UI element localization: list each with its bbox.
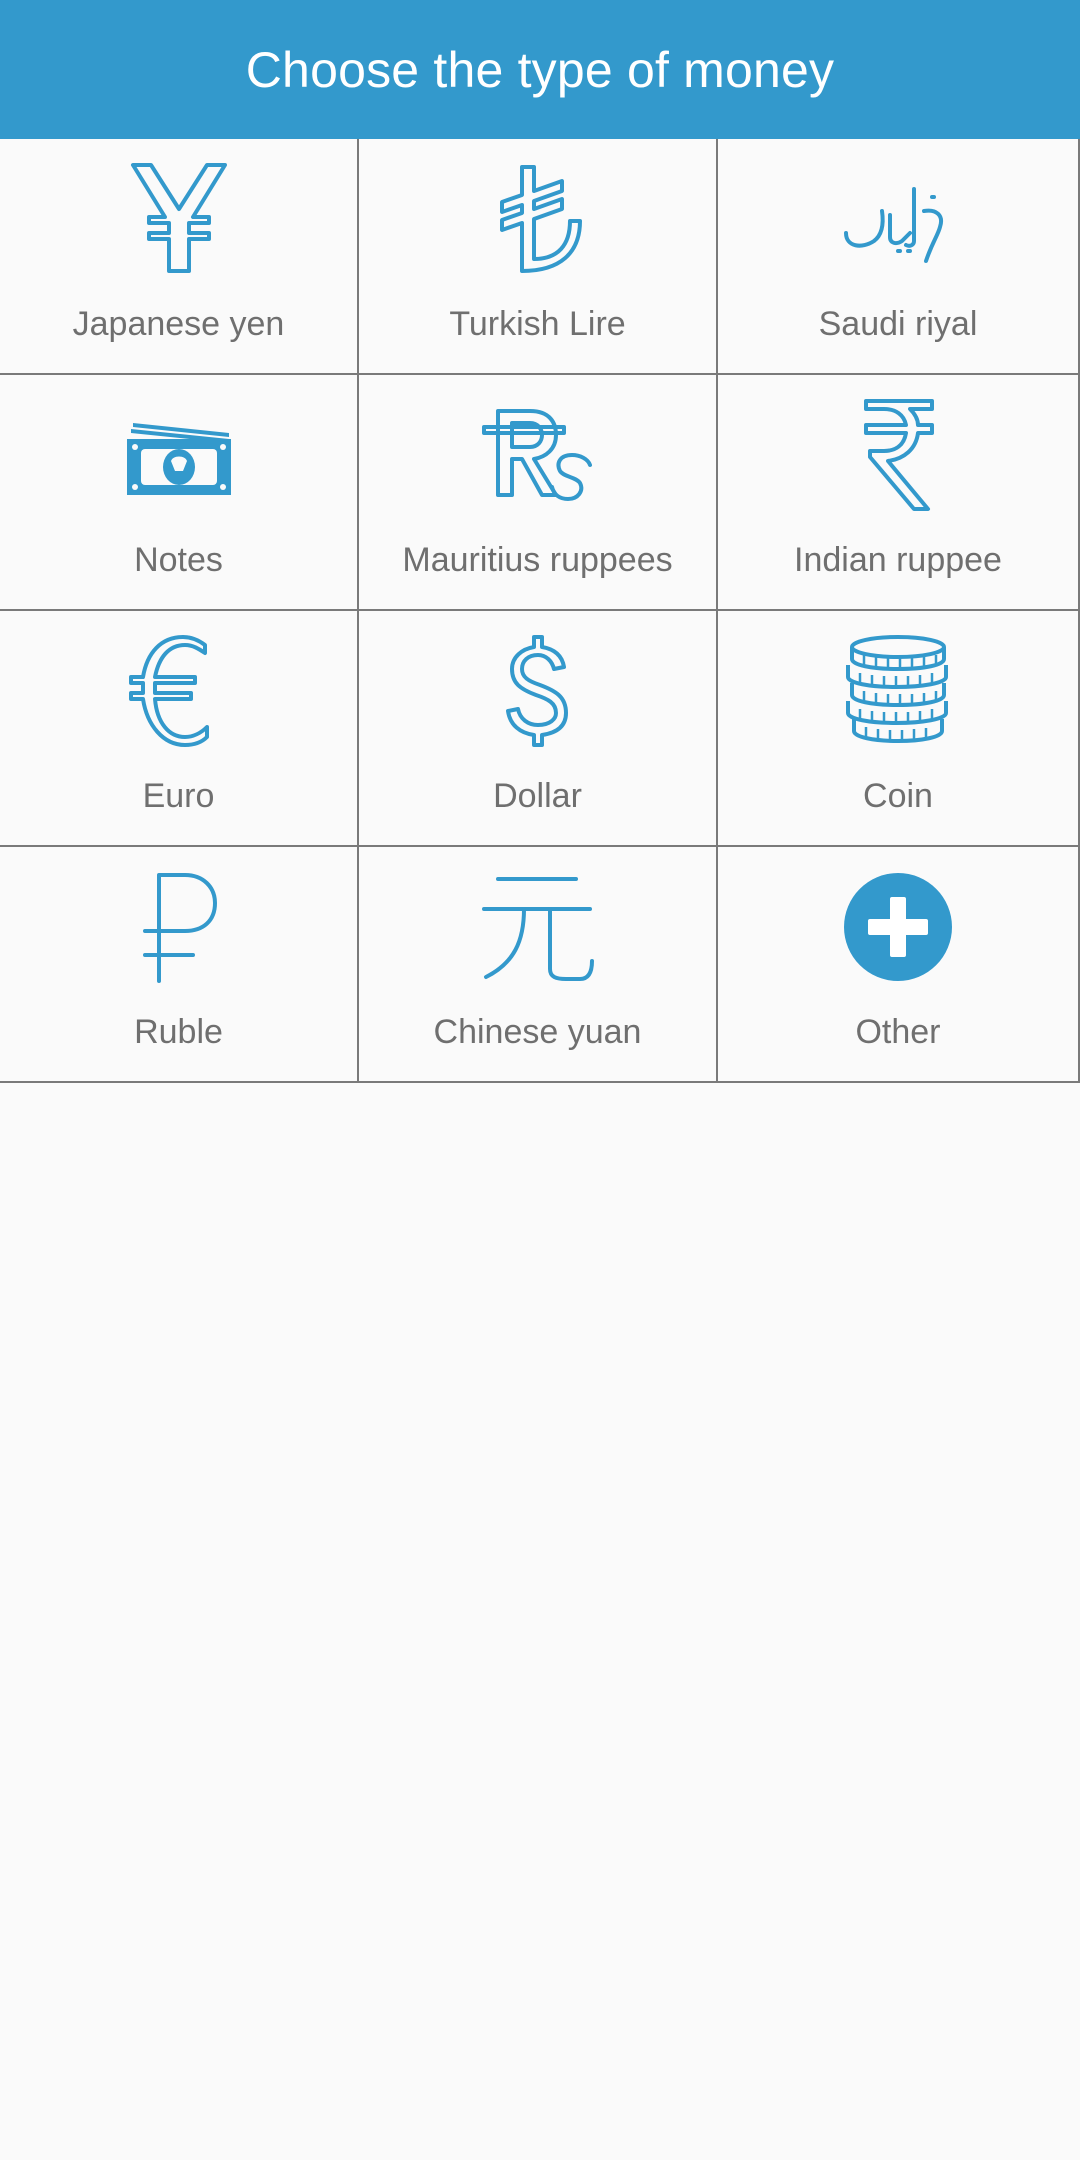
app-bar: Choose the type of money	[0, 0, 1080, 139]
money-type-mauritius-rupees[interactable]: Mauritius ruppees	[359, 375, 718, 611]
money-type-ruble[interactable]: Ruble	[0, 847, 359, 1083]
money-type-label: Mauritius ruppees	[402, 541, 673, 579]
money-type-indian-rupee[interactable]: Indian ruppee	[718, 375, 1080, 611]
money-type-label: Japanese yen	[72, 305, 285, 343]
money-type-japanese-yen[interactable]: Japanese yen	[0, 139, 359, 375]
money-type-turkish-lira[interactable]: Turkish Lire	[359, 139, 718, 375]
money-type-notes[interactable]: Notes	[0, 375, 359, 611]
rupee-rs-icon	[480, 397, 596, 513]
money-type-coin[interactable]: Coin	[718, 611, 1080, 847]
money-type-label: Indian ruppee	[794, 541, 1002, 579]
money-type-label: Notes	[134, 541, 223, 579]
money-type-label: Turkish Lire	[449, 305, 626, 343]
money-type-grid: Japanese yen Turkish Lire Saudi riyal No…	[0, 139, 1080, 1083]
page-title: Choose the type of money	[245, 41, 835, 98]
yen-icon	[121, 161, 237, 277]
money-type-screen: Choose the type of money Japanese yen Tu…	[0, 0, 1080, 2160]
ruble-icon	[121, 869, 237, 985]
money-type-label: Coin	[863, 777, 933, 815]
riyal-icon	[840, 161, 956, 277]
money-type-other[interactable]: Other	[718, 847, 1080, 1083]
dollar-icon	[480, 633, 596, 749]
coins-icon	[840, 633, 956, 749]
money-type-chinese-yuan[interactable]: Chinese yuan	[359, 847, 718, 1083]
plus-circle-icon	[840, 869, 956, 985]
money-type-label: Other	[855, 1013, 941, 1051]
banknotes-icon	[121, 397, 237, 513]
money-type-dollar[interactable]: Dollar	[359, 611, 718, 847]
yuan-icon	[480, 869, 596, 985]
indian-rupee-icon	[840, 397, 956, 513]
money-type-euro[interactable]: Euro	[0, 611, 359, 847]
money-type-label: Saudi riyal	[818, 305, 978, 343]
money-type-saudi-riyal[interactable]: Saudi riyal	[718, 139, 1080, 375]
money-type-label: Dollar	[493, 777, 582, 815]
money-type-label: Chinese yuan	[433, 1013, 642, 1051]
money-type-label: Euro	[142, 777, 215, 815]
money-type-label: Ruble	[134, 1013, 223, 1051]
lira-icon	[480, 161, 596, 277]
euro-icon	[121, 633, 237, 749]
